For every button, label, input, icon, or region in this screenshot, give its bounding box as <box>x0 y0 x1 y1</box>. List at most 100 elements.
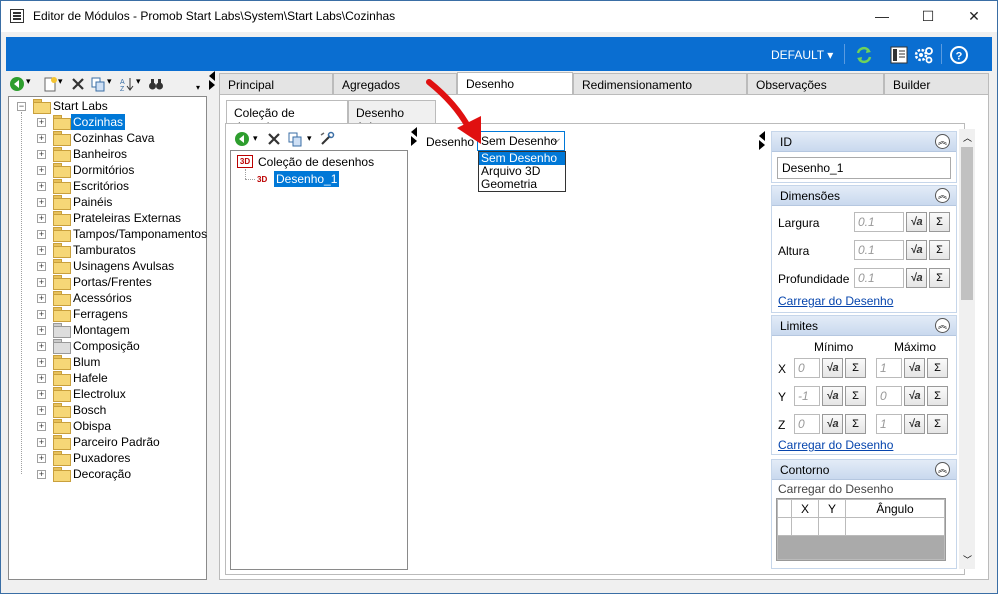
formula-button[interactable]: √a <box>822 358 843 378</box>
copy-icon[interactable] <box>90 76 106 92</box>
minimize-button[interactable]: — <box>859 1 905 32</box>
formula-button[interactable]: √a <box>904 358 925 378</box>
sort-icon[interactable]: AZ <box>119 76 135 92</box>
subtab-colecao[interactable]: Coleção de desenhos <box>226 100 348 134</box>
delete-icon[interactable] <box>70 76 86 92</box>
expand-toggle-icon[interactable]: + <box>37 278 46 287</box>
sum-button[interactable]: Σ <box>929 268 950 288</box>
window-title: Editor de Módulos - Promob Start Labs\Sy… <box>33 9 396 23</box>
table-cell[interactable] <box>845 517 945 536</box>
tree-node-label: Tamburatos <box>73 243 136 257</box>
formula-button[interactable]: √a <box>822 386 843 406</box>
y-max-input[interactable]: 0 <box>876 386 902 406</box>
formula-button[interactable]: √a <box>906 268 927 288</box>
profundidade-input[interactable]: 0.1 <box>854 268 904 288</box>
expand-toggle-icon[interactable]: + <box>37 390 46 399</box>
settings-gear-icon[interactable] <box>912 44 934 66</box>
table-cell[interactable] <box>791 517 819 536</box>
expand-toggle-icon[interactable]: + <box>37 326 46 335</box>
copy-icon[interactable] <box>287 131 303 147</box>
sum-button[interactable]: Σ <box>927 414 948 434</box>
z-max-input[interactable]: 1 <box>876 414 902 434</box>
expand-toggle-icon[interactable]: + <box>37 374 46 383</box>
scroll-down-icon[interactable]: ﹀ <box>963 553 972 566</box>
layout-panel-icon[interactable] <box>888 44 910 66</box>
app-icon <box>10 9 24 23</box>
x-max-input[interactable]: 1 <box>876 358 902 378</box>
help-icon[interactable]: ? <box>948 44 970 66</box>
expand-toggle-icon[interactable]: + <box>37 198 46 207</box>
profile-dropdown[interactable]: DEFAULT ▾ <box>771 48 833 62</box>
expand-right-arrow[interactable] <box>759 140 765 150</box>
tab-builder[interactable]: Builder <box>884 73 989 95</box>
altura-input[interactable]: 0.1 <box>854 240 904 260</box>
option-geometria[interactable]: Geometria <box>479 178 565 191</box>
carregar-desenho-link[interactable]: Carregar do Desenho <box>778 294 893 308</box>
collapse-toggle-icon[interactable]: − <box>17 102 26 111</box>
tab-redimensionamento[interactable]: Redimensionamento <box>573 73 747 95</box>
scroll-up-icon[interactable]: ︿ <box>963 131 972 144</box>
tab-principal[interactable]: Principal <box>219 73 333 95</box>
expand-toggle-icon[interactable]: + <box>37 470 46 479</box>
expand-toggle-icon[interactable]: + <box>37 150 46 159</box>
collapse-icon[interactable]: ︽ <box>935 462 950 477</box>
sum-button[interactable]: Σ <box>929 240 950 260</box>
expand-toggle-icon[interactable]: + <box>37 310 46 319</box>
back-arrow-icon[interactable] <box>9 76 25 92</box>
expand-toggle-icon[interactable]: + <box>37 342 46 351</box>
back-arrow-icon[interactable] <box>234 131 250 147</box>
expand-toggle-icon[interactable]: + <box>37 134 46 143</box>
expand-toggle-icon[interactable]: + <box>37 294 46 303</box>
contorno-group: Contorno ︽ Carregar do Desenho X Y Ângulo <box>771 459 957 569</box>
x-min-input[interactable]: 0 <box>794 358 820 378</box>
expand-left-arrow[interactable] <box>209 80 215 90</box>
limites-header: Limites <box>780 319 819 333</box>
expand-toggle-icon[interactable]: + <box>37 214 46 223</box>
sum-button[interactable]: Σ <box>927 386 948 406</box>
collection-toolbar: ▾ ▾ <box>233 129 373 149</box>
expand-toggle-icon[interactable]: + <box>37 166 46 175</box>
formula-button[interactable]: √a <box>904 414 925 434</box>
sum-button[interactable]: Σ <box>927 358 948 378</box>
expand-toggle-icon[interactable]: + <box>37 358 46 367</box>
top-toolbar: DEFAULT ▾ ? <box>6 37 992 71</box>
expand-arrow[interactable] <box>411 136 417 146</box>
expand-toggle-icon[interactable]: + <box>37 246 46 255</box>
id-input[interactable]: Desenho_1 <box>777 157 951 179</box>
expand-toggle-icon[interactable]: + <box>37 182 46 191</box>
sum-button[interactable]: Σ <box>929 212 950 232</box>
expand-toggle-icon[interactable]: + <box>37 422 46 431</box>
y-min-input[interactable]: -1 <box>794 386 820 406</box>
tools-icon[interactable] <box>319 131 335 147</box>
formula-button[interactable]: √a <box>906 212 927 232</box>
scroll-thumb[interactable] <box>961 147 973 300</box>
maximize-button[interactable]: ☐ <box>905 1 951 32</box>
sum-button[interactable]: Σ <box>845 358 866 378</box>
table-cell[interactable] <box>818 517 846 536</box>
formula-button[interactable]: √a <box>906 240 927 260</box>
collapse-icon[interactable]: ︽ <box>935 318 950 333</box>
collapse-icon[interactable]: ︽ <box>935 188 950 203</box>
close-button[interactable]: ✕ <box>951 1 997 32</box>
expand-toggle-icon[interactable]: + <box>37 438 46 447</box>
expand-toggle-icon[interactable]: + <box>37 262 46 271</box>
properties-scrollbar[interactable]: ︿ ﹀ <box>959 129 975 569</box>
collapse-icon[interactable]: ︽ <box>935 134 950 149</box>
tab-observacoes[interactable]: Observações <box>747 73 884 95</box>
search-binoculars-icon[interactable] <box>148 76 164 92</box>
expand-toggle-icon[interactable]: + <box>37 406 46 415</box>
refresh-icon[interactable] <box>853 44 875 66</box>
sum-button[interactable]: Σ <box>845 386 866 406</box>
expand-toggle-icon[interactable]: + <box>37 230 46 239</box>
sum-button[interactable]: Σ <box>845 414 866 434</box>
expand-toggle-icon[interactable]: + <box>37 118 46 127</box>
new-item-icon[interactable] <box>42 76 58 92</box>
largura-input[interactable]: 0.1 <box>854 212 904 232</box>
formula-button[interactable]: √a <box>904 386 925 406</box>
formula-button[interactable]: √a <box>822 414 843 434</box>
carregar-desenho-limites-link[interactable]: Carregar do Desenho <box>778 438 893 452</box>
delete-icon[interactable] <box>266 131 282 147</box>
expand-toggle-icon[interactable]: + <box>37 454 46 463</box>
tree-line <box>21 112 22 474</box>
z-min-input[interactable]: 0 <box>794 414 820 434</box>
